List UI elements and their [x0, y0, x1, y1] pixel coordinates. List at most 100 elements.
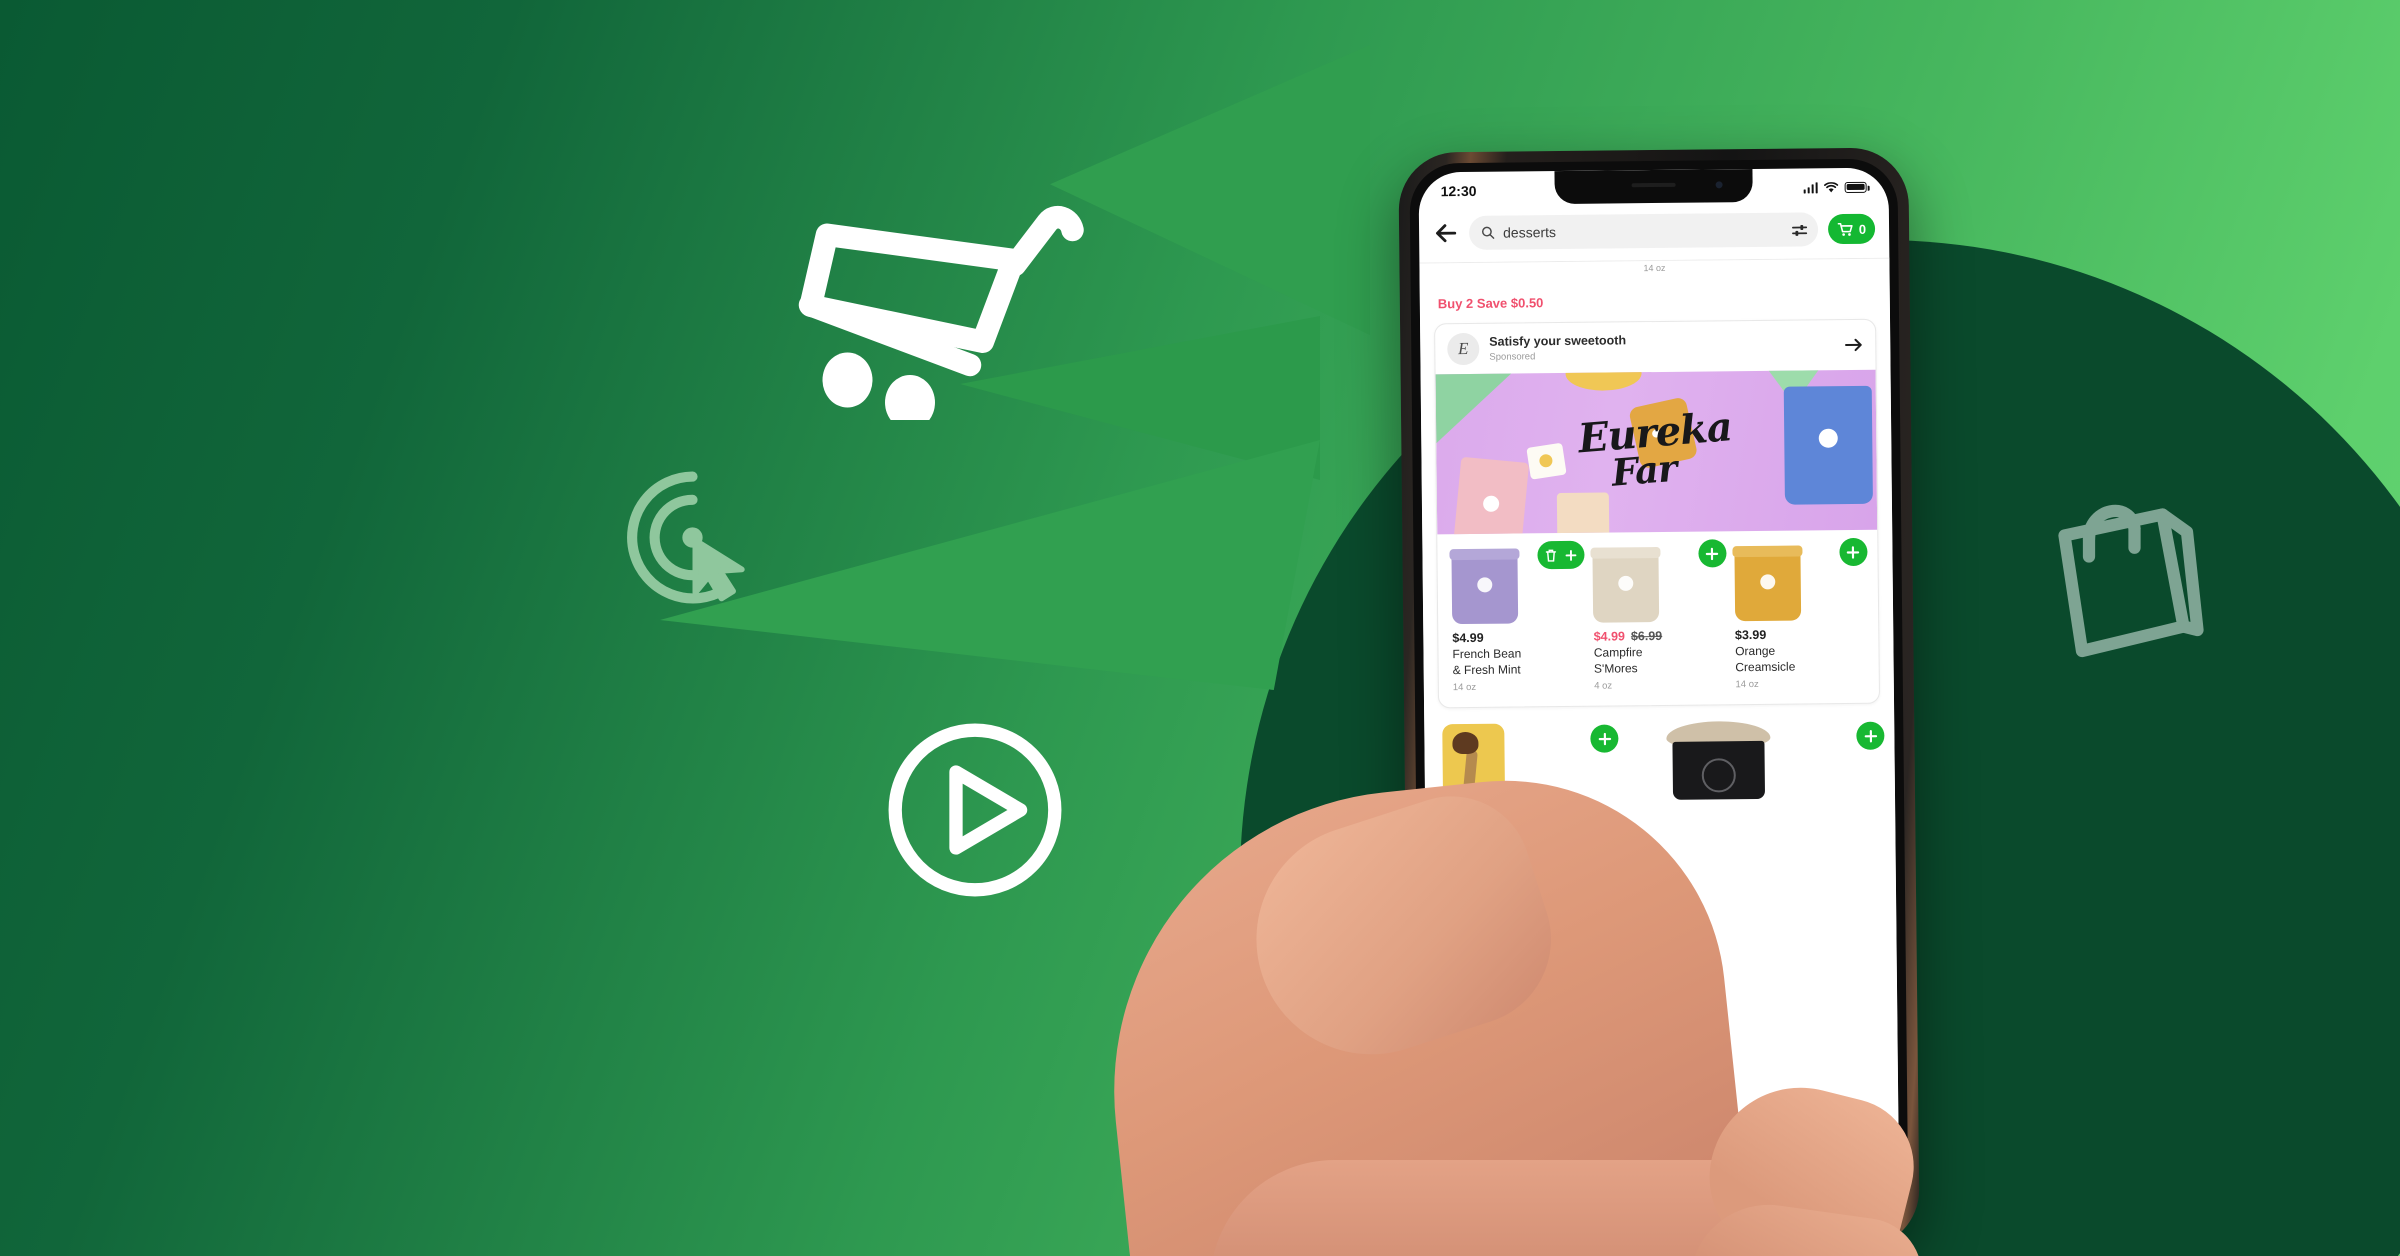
product-size: 14 oz: [1452, 682, 1477, 694]
nav-item-deals[interactable]: Deals: [1617, 1173, 1711, 1208]
cart-count: 0: [1858, 221, 1867, 237]
ice-cream-tub: [1734, 550, 1801, 622]
banner-pint-pink: [1452, 456, 1530, 535]
front-camera: [1715, 181, 1723, 189]
banner-pint-cream: [1556, 492, 1610, 535]
eureka-brand-logo: E: [1447, 332, 1480, 366]
app-header: desserts 0: [1419, 202, 1890, 263]
tag-icon: [1654, 1174, 1674, 1194]
product-size: 14 oz: [1735, 679, 1759, 691]
banner-pint-blue: [1783, 385, 1873, 505]
arrow-right-icon[interactable]: [1844, 337, 1863, 353]
product-card[interactable]: $4.99 $6.99 Campfire S'Mores 4 oz: [1592, 539, 1728, 692]
search-value: desserts: [1503, 224, 1557, 241]
nav-item-aisles[interactable]: Aisles: [1523, 1174, 1617, 1209]
product-price: $4.99: [1452, 630, 1585, 645]
click-target-icon: [627, 471, 745, 604]
phone-screen: 12:30 desserts 0 14 oz Buy 2 Save $0.50 …: [1418, 167, 1900, 1233]
product-image: [1592, 539, 1727, 623]
shopping-cart-icon: [798, 206, 1084, 420]
sponsored-ad-card[interactable]: E Satisfy your sweetooth Sponsored Eurek…: [1434, 318, 1881, 709]
add-to-cart-button[interactable]: [1856, 721, 1885, 751]
background-triangle-1: [1050, 45, 1370, 335]
phone-notch: [1554, 168, 1753, 205]
app-content: 14 oz Buy 2 Save $0.50 E Satisfy your sw…: [1419, 257, 1899, 1169]
plus-icon: [1705, 547, 1719, 560]
ad-header: E Satisfy your sweetooth Sponsored: [1435, 320, 1875, 375]
ad-text-block: Satisfy your sweetooth Sponsored: [1489, 331, 1834, 363]
nav-label: Buy It Again: [1829, 1195, 1875, 1207]
product-price: $3.99: [1735, 627, 1868, 642]
add-to-cart-button[interactable]: [1697, 539, 1727, 568]
nav-item-shop[interactable]: Shop: [1429, 1175, 1523, 1210]
quantity-stepper[interactable]: [1537, 540, 1585, 570]
nav-label: Deals: [1653, 1197, 1676, 1209]
status-indicators: [1803, 181, 1867, 193]
nav-label: Recipes: [1742, 1196, 1774, 1208]
ad-banner-image[interactable]: Eureka Far: [1435, 369, 1878, 535]
battery-full-icon: [1844, 181, 1867, 193]
nav-label: Shop: [1465, 1199, 1487, 1211]
nav-item-buy-it-again[interactable]: Buy It Again: [1805, 1172, 1899, 1207]
apple-icon: [1842, 1172, 1862, 1192]
product-name-line-1: Orange: [1735, 643, 1776, 659]
product-name: French Bean & Fresh Mint: [1452, 646, 1586, 679]
list-icon: [1560, 1175, 1580, 1195]
product-size: 4 oz: [1594, 680, 1613, 692]
product-name: Orange Creamsicle: [1735, 643, 1869, 676]
product-name-line-2: Creamsicle: [1735, 659, 1796, 674]
product-price-sale: $4.99: [1593, 629, 1626, 644]
ice-cream-pint-image: [1666, 721, 1771, 801]
ice-cream-tub: [1592, 551, 1660, 623]
product-card[interactable]: $4.99 French Bean & Fresh Mint 14 oz: [1451, 540, 1586, 694]
product-name-line-1: French Bean: [1452, 646, 1522, 662]
phone-mockup: 12:30 desserts 0 14 oz Buy 2 Save $0.50 …: [1398, 147, 1920, 1253]
ice-cream-tub: [1451, 553, 1519, 625]
product-name: Campfire S'Mores: [1594, 644, 1728, 677]
plus-icon[interactable]: [1565, 547, 1578, 562]
pint-body: [1672, 741, 1766, 801]
filter-sliders-icon[interactable]: [1791, 222, 1808, 237]
cutoff-size-label: 14 oz: [1419, 257, 1890, 293]
ad-banner-script-text: Eureka Far: [1576, 403, 1736, 494]
product-name-line-1: Campfire: [1593, 645, 1643, 660]
ad-sponsored-label: Sponsored: [1489, 351, 1536, 363]
cart-icon: [1837, 222, 1853, 236]
cutoff-size-text: 14 oz: [1643, 262, 1666, 274]
product-image: [1451, 540, 1585, 625]
status-time: 12:30: [1440, 182, 1477, 200]
earpiece-speaker: [1631, 182, 1676, 188]
product-row-secondary: [1424, 704, 1895, 809]
product-card[interactable]: [1442, 722, 1657, 809]
product-card[interactable]: $3.99 Orange Creamsicle 14 oz: [1734, 537, 1869, 691]
banner-shape-yellow: [1565, 369, 1642, 391]
signal-bars-icon: [1803, 181, 1818, 193]
shopping-bag-icon: [2058, 504, 2204, 658]
search-input[interactable]: desserts: [1468, 212, 1819, 250]
book-icon: [1748, 1173, 1768, 1193]
product-card[interactable]: [1666, 720, 1885, 802]
back-arrow-icon[interactable]: [1433, 220, 1459, 246]
plus-icon: [1598, 732, 1611, 745]
product-price-original: $6.99: [1630, 628, 1663, 644]
add-to-cart-button[interactable]: [1590, 724, 1619, 753]
product-row: $4.99 French Bean & Fresh Mint 14 oz $4.…: [1437, 530, 1879, 708]
product-name-line-2: S'Mores: [1593, 660, 1638, 676]
search-icon: [1481, 226, 1495, 239]
product-name-line-2: & Fresh Mint: [1452, 662, 1521, 677]
play-circle-icon: [888, 723, 1062, 897]
nav-item-recipes[interactable]: Recipes: [1711, 1172, 1805, 1207]
plus-icon: [1847, 545, 1860, 559]
trash-icon[interactable]: [1545, 548, 1558, 563]
banner-shape-green: [1436, 370, 1517, 453]
plus-icon: [1864, 729, 1877, 743]
product-image: [1734, 537, 1868, 622]
banana-product-image: [1442, 723, 1506, 809]
add-to-cart-button[interactable]: [1839, 537, 1868, 567]
store-icon: [1466, 1176, 1486, 1196]
nav-label: Aisles: [1558, 1198, 1582, 1210]
product-price-value: $4.99: [1452, 630, 1484, 646]
product-price: $4.99 $6.99: [1593, 628, 1727, 644]
cart-button[interactable]: 0: [1827, 213, 1876, 245]
phone-bezel: 12:30 desserts 0 14 oz Buy 2 Save $0.50 …: [1409, 158, 1909, 1242]
